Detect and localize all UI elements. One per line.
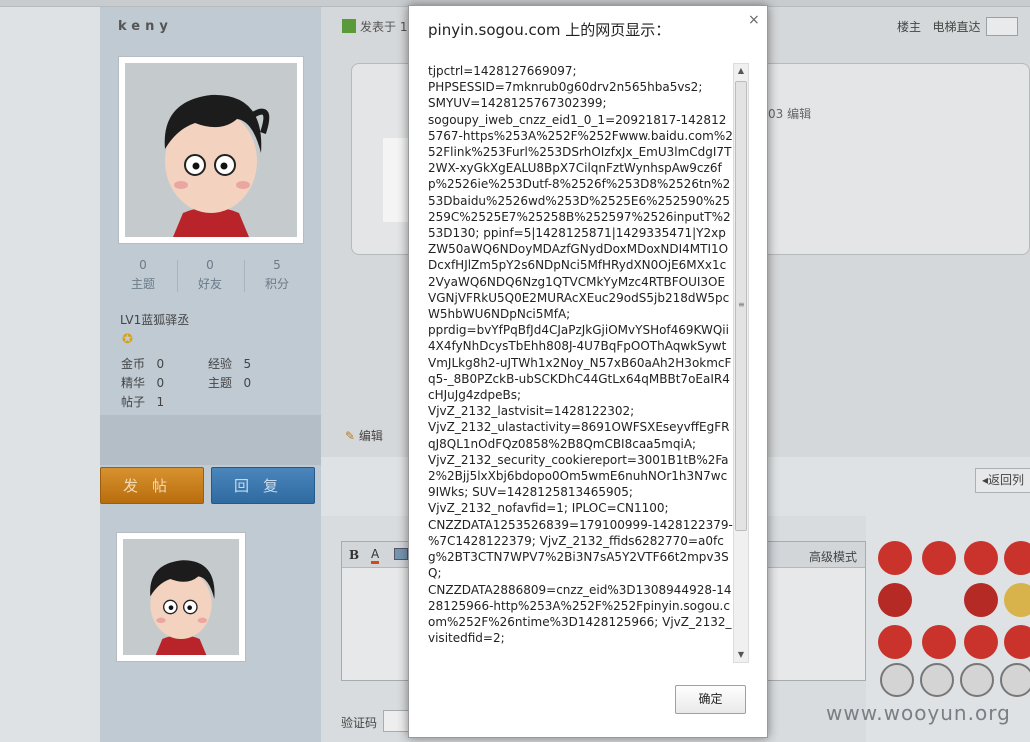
edit-label: 编辑 bbox=[358, 429, 383, 443]
star-icon: ✪ bbox=[122, 332, 133, 347]
emoticon-cat-icon[interactable] bbox=[1000, 663, 1030, 697]
emoticon-panel bbox=[878, 541, 1030, 701]
info-coins: 金币 0 bbox=[121, 355, 164, 372]
stat-label: 好友 bbox=[197, 277, 222, 291]
author-online-icon bbox=[342, 19, 356, 33]
pencil-icon: ✎ bbox=[345, 429, 356, 443]
emoticon-fox-icon[interactable] bbox=[964, 541, 998, 575]
info-key: 经验 bbox=[208, 357, 233, 371]
dialog-title: pinyin.sogou.com 上的网页显示： bbox=[428, 21, 671, 39]
ok-button[interactable]: 确定 bbox=[675, 685, 746, 714]
scroll-down-icon[interactable]: ▼ bbox=[734, 648, 748, 662]
stat-friends[interactable]: 0 好友 bbox=[177, 258, 243, 292]
grip-icon: ≡ bbox=[738, 300, 745, 309]
emoticon-fox-icon[interactable] bbox=[878, 541, 912, 575]
dialog-message: tjpctrl=1428127669097; PHPSESSID=7mknrub… bbox=[428, 64, 733, 646]
floor-jump-input[interactable] bbox=[986, 17, 1018, 36]
advanced-mode-link[interactable]: 高级模式 bbox=[809, 548, 857, 565]
emoticon-fox-icon[interactable] bbox=[964, 583, 998, 617]
info-value: 0 bbox=[156, 376, 165, 390]
author-stats: 0 主题 0 好友 5 积分 bbox=[110, 258, 310, 296]
info-key: 帖子 bbox=[121, 395, 146, 409]
info-key: 精华 bbox=[121, 376, 146, 390]
emoticon-fox-icon[interactable] bbox=[922, 625, 956, 659]
jump-label: 电梯直达 bbox=[932, 20, 981, 34]
info-digest: 精华 0 bbox=[121, 374, 164, 391]
image-icon[interactable] bbox=[394, 548, 408, 560]
stat-label: 积分 bbox=[264, 277, 289, 291]
font-color-icon[interactable]: A bbox=[371, 547, 380, 564]
sidebar-footer bbox=[100, 415, 321, 465]
avatar-cartoon-image bbox=[125, 63, 297, 237]
return-to-list-button[interactable]: ◂返回列 bbox=[975, 468, 1030, 493]
info-key: 主题 bbox=[208, 376, 233, 390]
emoticon-fox-icon[interactable] bbox=[964, 625, 998, 659]
stat-label: 主题 bbox=[130, 277, 155, 291]
emoticon-fox-icon[interactable] bbox=[1004, 541, 1030, 575]
bold-icon[interactable]: B bbox=[349, 548, 359, 562]
floor-label: 楼主 bbox=[897, 20, 922, 34]
info-experience: 经验 5 bbox=[208, 355, 251, 372]
new-thread-button[interactable]: 发帖 bbox=[100, 467, 204, 504]
info-value: 0 bbox=[243, 376, 252, 390]
stat-value: 0 bbox=[206, 258, 214, 272]
avatar-cartoon-image bbox=[123, 539, 239, 655]
info-key: 金币 bbox=[121, 357, 146, 371]
captcha-label: 验证码 bbox=[341, 716, 378, 730]
user-level[interactable]: LV1蓝狐驿丞 bbox=[120, 311, 189, 328]
alert-dialog: pinyin.sogou.com 上的网页显示： × tjpctrl=14281… bbox=[408, 5, 768, 738]
post-meta: 发表于 1 bbox=[342, 18, 407, 35]
return-label: 返回列 bbox=[988, 473, 1025, 487]
close-icon[interactable]: × bbox=[748, 12, 760, 28]
emoticon-fox-icon[interactable] bbox=[878, 583, 912, 617]
author-name[interactable]: keny bbox=[118, 19, 173, 34]
watermark-text: www.wooyun.org bbox=[826, 701, 1011, 725]
info-value: 5 bbox=[243, 357, 252, 371]
stat-points[interactable]: 5 积分 bbox=[244, 258, 310, 292]
info-value: 1 bbox=[156, 395, 165, 409]
emoticon-cat-icon[interactable] bbox=[880, 663, 914, 697]
info-topics: 主题 0 bbox=[208, 374, 251, 391]
info-posts: 帖子 1 bbox=[121, 393, 164, 410]
emoticon-cat-icon[interactable] bbox=[920, 663, 954, 697]
dialog-scrollbar[interactable]: ▲ ≡ ▼ bbox=[733, 63, 749, 663]
stat-value: 5 bbox=[273, 258, 281, 272]
edit-post-link[interactable]: ✎ 编辑 bbox=[345, 427, 383, 444]
emoticon-cat-icon[interactable] bbox=[960, 663, 994, 697]
edit-note: 编辑 bbox=[787, 107, 812, 121]
scroll-up-icon[interactable]: ▲ bbox=[734, 64, 748, 78]
scroll-thumb[interactable]: ≡ bbox=[735, 81, 747, 531]
emoticon-fox-icon[interactable] bbox=[922, 541, 956, 575]
stat-value: 0 bbox=[139, 258, 147, 272]
emoticon-fox-icon[interactable] bbox=[1004, 625, 1030, 659]
emoticon-fox-icon[interactable] bbox=[878, 625, 912, 659]
reply-avatar[interactable] bbox=[116, 532, 246, 662]
avatar[interactable] bbox=[118, 56, 304, 244]
info-value: 0 bbox=[156, 357, 165, 371]
post-edit-meta: :03 编辑 bbox=[764, 105, 811, 122]
floor-bar: 楼主 电梯直达 bbox=[897, 18, 980, 35]
stat-threads[interactable]: 0 主题 bbox=[110, 258, 176, 292]
posted-time: 发表于 1 bbox=[360, 20, 408, 34]
reply-button[interactable]: 回复 bbox=[211, 467, 315, 504]
emoticon-fox-icon[interactable] bbox=[1004, 583, 1030, 617]
